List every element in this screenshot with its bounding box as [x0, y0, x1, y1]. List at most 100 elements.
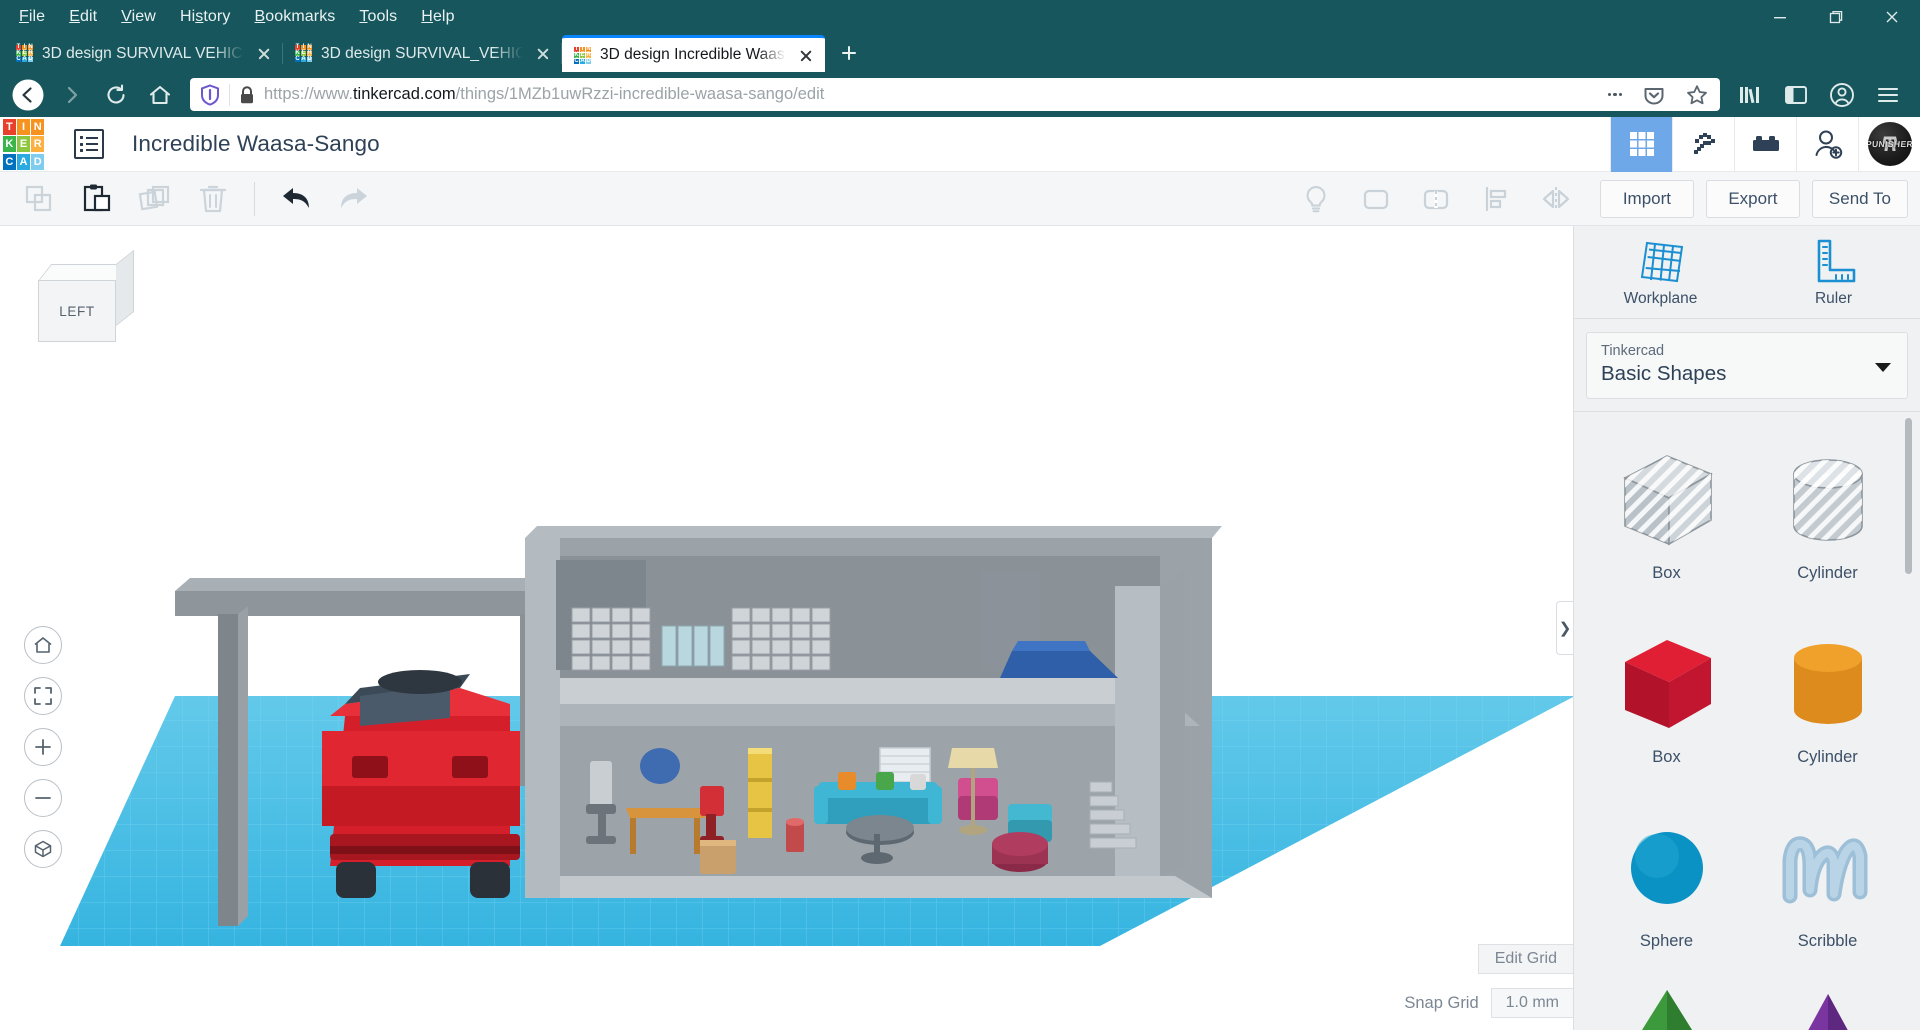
browser-tab[interactable]: TIN KER CAD 3D design SURVIVAL_VEHICLE_V [283, 35, 562, 72]
menu-bookmarks[interactable]: Bookmarks [243, 5, 346, 29]
browser-navigation-bar: https://www.tinkercad.com/things/1MZb1uw… [0, 72, 1920, 117]
viewport-3d[interactable]: LEFT Edit Grid Snap Grid 1.0 mm ❯ [0, 226, 1573, 1030]
url-divider [229, 83, 230, 106]
workplane-tool[interactable]: Workplane [1574, 226, 1747, 318]
viewport-nav-controls [24, 626, 62, 868]
ruler-tool[interactable]: Ruler [1747, 226, 1920, 318]
new-tab-button[interactable] [833, 37, 865, 69]
forward-button[interactable] [50, 76, 94, 114]
maximize-restore-button[interactable] [1808, 0, 1864, 33]
chevron-down-icon[interactable] [1875, 362, 1891, 372]
fit-to-view-icon[interactable] [24, 677, 62, 715]
back-button[interactable] [6, 76, 50, 114]
browser-chrome: File Edit View History Bookmarks Tools H… [0, 0, 1920, 117]
shape-item[interactable] [1747, 980, 1908, 1030]
view-cube[interactable]: LEFT [38, 249, 138, 344]
bookmark-star-icon[interactable] [1680, 84, 1714, 106]
menu-view[interactable]: View [110, 5, 167, 29]
page-title: Incredible Waasa-Sango [132, 131, 380, 156]
tinkercad-favicon: TIN KER CAD [16, 44, 33, 62]
orthographic-perspective-icon[interactable] [24, 830, 62, 868]
scribble-icon [1772, 810, 1884, 930]
box-hole-icon [1611, 442, 1723, 562]
tab-title: 3D design SURVIVAL_VEHICLE_V [321, 44, 523, 62]
shape-panel: Workplane Ruler Tinkercad Basic Shapes B… [1573, 226, 1920, 1030]
align-icon[interactable] [1466, 172, 1526, 226]
avatar-wrapper[interactable]: PUNISHER [1858, 116, 1920, 172]
grid-view-icon[interactable] [1610, 116, 1672, 172]
browser-tab-active[interactable]: TIN KER CAD 3D design Incredible Waasa-S… [562, 35, 825, 72]
toolbar-divider [254, 181, 255, 216]
workplane-icon [1640, 241, 1683, 282]
snap-grid-value[interactable]: 1.0 mm [1490, 988, 1573, 1018]
scrollbar-track[interactable] [1905, 412, 1916, 1030]
shape-item[interactable]: Box [1586, 612, 1747, 790]
codeblocks-pickaxe-icon[interactable] [1672, 116, 1734, 172]
pocket-icon[interactable] [1637, 84, 1671, 106]
export-button[interactable]: Export [1705, 179, 1800, 218]
menu-help[interactable]: Help [410, 5, 465, 29]
tinkercad-logo[interactable]: TIN KER CAD [0, 117, 47, 172]
duplicate-icon[interactable] [126, 172, 184, 226]
blocks-icon[interactable] [1734, 116, 1796, 172]
shape-label: Sphere [1639, 932, 1694, 951]
tracking-protection-shield-icon[interactable] [200, 83, 220, 106]
browser-tab[interactable]: TIN KER CAD 3D design SURVIVAL VEHICLE A [4, 35, 283, 72]
menu-history[interactable]: History [169, 5, 242, 29]
undo-icon[interactable] [267, 172, 325, 226]
zoom-out-icon[interactable] [24, 779, 62, 817]
menu-edit[interactable]: Edit [58, 5, 108, 29]
invite-person-icon[interactable] [1796, 116, 1858, 172]
shape-item[interactable]: Scribble [1747, 796, 1908, 974]
delete-trash-icon[interactable] [184, 172, 242, 226]
chevron-right-icon[interactable]: ❯ [1556, 601, 1573, 655]
scrollbar-thumb[interactable] [1905, 418, 1912, 575]
copy-icon[interactable] [10, 172, 68, 226]
window-controls [1752, 0, 1920, 33]
zoom-in-icon[interactable] [24, 728, 62, 766]
tab-close-icon[interactable] [532, 43, 554, 65]
shape-item[interactable] [1586, 980, 1747, 1030]
edit-grid-button[interactable]: Edit Grid [1477, 944, 1573, 974]
mirror-flip-icon[interactable] [1526, 172, 1586, 226]
close-window-button[interactable] [1864, 0, 1920, 33]
shape-item[interactable]: Cylinder [1747, 428, 1908, 606]
project-menu-icon[interactable] [74, 129, 104, 159]
tinkercad-favicon: TIN KER CAD [295, 44, 312, 62]
group-icon[interactable] [1346, 172, 1406, 226]
shape-list-scroll[interactable]: Box Cylinder Box Cylinder Sphere Scribbl… [1574, 411, 1920, 1030]
library-icon[interactable] [1728, 76, 1772, 114]
ungroup-icon[interactable] [1406, 172, 1466, 226]
view-cube-front-face[interactable]: LEFT [38, 280, 116, 342]
tab-close-icon[interactable] [795, 44, 817, 66]
avatar[interactable]: PUNISHER [1867, 122, 1912, 166]
padlock-icon[interactable] [239, 85, 255, 105]
reload-button[interactable] [94, 76, 138, 114]
home-button[interactable] [138, 76, 182, 114]
menu-file[interactable]: File [8, 5, 56, 29]
tab-close-icon[interactable] [253, 43, 275, 65]
redo-icon[interactable] [325, 172, 383, 226]
send-to-button[interactable]: Send To [1811, 179, 1908, 218]
minimize-button[interactable] [1752, 0, 1808, 33]
red-truck [322, 670, 520, 898]
paste-icon[interactable] [68, 172, 126, 226]
menu-tools[interactable]: Tools [348, 5, 408, 29]
shape-item[interactable]: Sphere [1586, 796, 1747, 974]
account-icon[interactable] [1820, 76, 1864, 114]
box-icon [1611, 626, 1723, 746]
sidebar-icon[interactable] [1774, 76, 1818, 114]
shape-item[interactable]: Cylinder [1747, 612, 1908, 790]
url-bar[interactable]: https://www.tinkercad.com/things/1MZb1uw… [190, 78, 1720, 111]
lightbulb-hint-icon[interactable] [1286, 172, 1346, 226]
page-actions-ellipsis-icon[interactable] [1602, 82, 1628, 108]
sphere-icon [1611, 810, 1723, 930]
browser-toolbar-right [1728, 76, 1910, 114]
import-button[interactable]: Import [1599, 179, 1694, 218]
home-view-icon[interactable] [24, 626, 62, 664]
tinkercad-header-actions: PUNISHER [1610, 116, 1920, 172]
shape-item[interactable]: Box [1586, 428, 1747, 606]
hamburger-menu-icon[interactable] [1866, 76, 1910, 114]
view-cube-side-face[interactable] [116, 249, 134, 326]
shape-category-dropdown[interactable]: Tinkercad Basic Shapes [1586, 332, 1908, 400]
